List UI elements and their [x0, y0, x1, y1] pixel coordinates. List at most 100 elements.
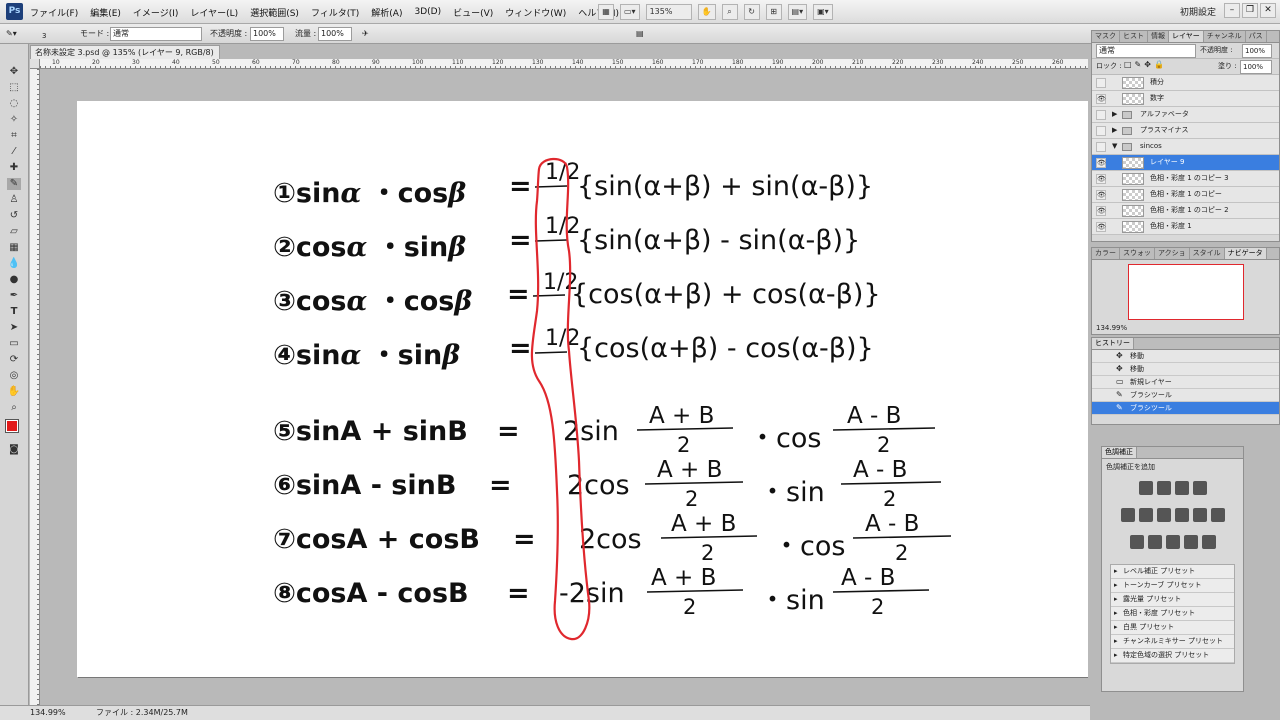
menu-analysis[interactable]: 解析(A)	[371, 6, 402, 19]
vertical-ruler[interactable]	[30, 69, 40, 705]
blur-tool-icon[interactable]: 💧	[7, 258, 21, 270]
foreground-color-swatch[interactable]	[5, 419, 19, 433]
pen-tool-icon[interactable]: ✒	[7, 290, 21, 302]
navigator-preview[interactable]	[1128, 264, 1244, 320]
airbrush-icon[interactable]: ✈	[362, 26, 369, 41]
tab-info[interactable]: 情報	[1148, 31, 1169, 42]
exposure-icon[interactable]	[1192, 481, 1207, 495]
fill-field[interactable]: 100%	[1240, 60, 1272, 74]
layer-row[interactable]: 👁 色相・彩度 1 のコピー	[1092, 187, 1279, 203]
workspace-switcher[interactable]: 初期設定	[1180, 5, 1216, 18]
tab-paths[interactable]: パス	[1246, 31, 1267, 42]
preset-item[interactable]: 白黒 プリセット	[1111, 621, 1234, 635]
healing-tool-icon[interactable]: ✚	[7, 162, 21, 174]
tab-styles[interactable]: スタイル	[1190, 248, 1225, 259]
expand-arrow-icon[interactable]: ▶	[1112, 123, 1117, 138]
visibility-toggle[interactable]	[1096, 126, 1106, 136]
layer-row[interactable]: 👁 色相・彩度 1 のコピー 2	[1092, 203, 1279, 219]
layer-row[interactable]: 👁 色相・彩度 1	[1092, 219, 1279, 235]
tab-navigator[interactable]: ナビゲータ	[1224, 248, 1267, 259]
restore-icon[interactable]: ❐	[1242, 3, 1258, 18]
tab-adjustments[interactable]: 色調補正	[1102, 447, 1137, 458]
opacity-field[interactable]: 100%	[250, 27, 284, 41]
lasso-tool-icon[interactable]: ◌	[7, 98, 21, 110]
threshold-icon[interactable]	[1165, 535, 1180, 549]
layer-group-row[interactable]: ▶ アルファベータ	[1092, 107, 1279, 123]
preset-item[interactable]: 露光量 プリセット	[1111, 593, 1234, 607]
levels-icon[interactable]	[1156, 481, 1171, 495]
menu-select[interactable]: 選択範囲(S)	[250, 6, 299, 19]
status-zoom[interactable]: 134.99%	[30, 706, 66, 720]
tab-color[interactable]: カラー	[1092, 248, 1120, 259]
navigator-zoom[interactable]: 134.99%	[1096, 324, 1127, 332]
brush-tool-icon[interactable]: ✎▾	[6, 26, 17, 41]
move-tool-icon[interactable]: ✥	[7, 66, 21, 78]
layer-row[interactable]: 👁 色相・彩度 1 のコピー 3	[1092, 171, 1279, 187]
history-item[interactable]: ✥ 移動	[1092, 363, 1279, 376]
tab-mask[interactable]: マスク	[1092, 31, 1120, 42]
marquee-tool-icon[interactable]: ⬚	[7, 82, 21, 94]
layer-group-row[interactable]: ▼ sincos	[1092, 139, 1279, 155]
tab-channels[interactable]: チャンネル	[1204, 31, 1246, 42]
visibility-toggle[interactable]	[1096, 78, 1106, 88]
hand-tool-icon[interactable]: ✋	[697, 4, 716, 20]
curves-icon[interactable]	[1174, 481, 1189, 495]
bridge-icon[interactable]: ▦	[598, 4, 614, 20]
menu-layer[interactable]: レイヤー(L)	[190, 6, 238, 19]
eye-icon[interactable]: 👁	[1096, 158, 1106, 168]
status-file-size[interactable]: ファイル : 2.34M/25.7M	[96, 706, 188, 720]
quick-mask-icon[interactable]: ◙	[7, 444, 21, 456]
minimize-icon[interactable]: –	[1224, 3, 1240, 18]
layer-group-row[interactable]: ▶ プラスマイナス	[1092, 123, 1279, 139]
eye-icon[interactable]: 👁	[1096, 94, 1106, 104]
eye-icon[interactable]: 👁	[1096, 174, 1106, 184]
brush-size[interactable]: 3	[42, 29, 46, 44]
3d-orbit-tool-icon[interactable]: ◎	[7, 370, 21, 382]
eyedropper-tool-icon[interactable]: ⁄	[7, 146, 21, 158]
posterize-icon[interactable]	[1147, 535, 1162, 549]
dodge-tool-icon[interactable]: ●	[7, 274, 21, 286]
grid-icon[interactable]: ⊞	[765, 4, 782, 20]
type-tool-icon[interactable]: T	[7, 306, 21, 318]
preset-item[interactable]: トーンカーブ プリセット	[1111, 579, 1234, 593]
magic-wand-tool-icon[interactable]: ✧	[7, 114, 21, 126]
visibility-toggle[interactable]	[1096, 110, 1106, 120]
screen-mode-icon[interactable]: ▣▾	[813, 4, 833, 20]
close-icon[interactable]: ✕	[1260, 3, 1276, 18]
black-white-icon[interactable]	[1174, 508, 1189, 522]
invert-icon[interactable]	[1129, 535, 1144, 549]
tab-histogram[interactable]: ヒスト	[1120, 31, 1148, 42]
ruler-origin[interactable]	[30, 59, 40, 69]
eye-icon[interactable]: 👁	[1096, 222, 1106, 232]
preset-item[interactable]: 色相・彩度 プリセット	[1111, 607, 1234, 621]
preset-item[interactable]: チャンネルミキサー プリセット	[1111, 635, 1234, 649]
menu-file[interactable]: ファイル(F)	[30, 6, 78, 19]
menu-window[interactable]: ウィンドウ(W)	[505, 6, 566, 19]
channel-mixer-icon[interactable]	[1210, 508, 1225, 522]
rotate-view-icon[interactable]: ↻	[743, 4, 760, 20]
document-canvas[interactable]: ①sinα ・cosβ = {sin(α+β) + sin(α-β)} ②cos…	[77, 101, 1088, 677]
menu-edit[interactable]: 編集(E)	[90, 6, 121, 19]
tab-swatches[interactable]: スウォッ	[1120, 248, 1155, 259]
collapse-arrow-icon[interactable]: ▼	[1112, 139, 1117, 154]
history-item[interactable]: ✥ 移動	[1092, 350, 1279, 363]
zoom-level-select[interactable]: 135%	[645, 4, 692, 20]
mode-select[interactable]: 通常	[110, 27, 202, 41]
history-item[interactable]: ✎ ブラシツール	[1092, 389, 1279, 402]
zoom-tool-icon[interactable]: ⌕	[7, 402, 21, 414]
eraser-tool-icon[interactable]: ▱	[7, 226, 21, 238]
canvas-area[interactable]: ①sinα ・cosβ = {sin(α+β) + sin(α-β)} ②cos…	[41, 70, 1088, 704]
gradient-map-icon[interactable]	[1183, 535, 1198, 549]
blend-mode-select[interactable]: 通常	[1096, 44, 1196, 58]
tab-layers[interactable]: レイヤー	[1169, 31, 1204, 42]
menu-filter[interactable]: フィルタ(T)	[311, 6, 359, 19]
layer-row[interactable]: 積分	[1092, 75, 1279, 91]
preset-item[interactable]: レベル補正 プリセット	[1111, 565, 1234, 579]
clone-stamp-tool-icon[interactable]: ♙	[7, 194, 21, 206]
photo-filter-icon[interactable]	[1192, 508, 1207, 522]
brush-panel-icon[interactable]: ▤	[636, 26, 644, 41]
brush-tool-icon[interactable]: ✎	[7, 178, 21, 190]
tab-history[interactable]: ヒストリー	[1092, 338, 1134, 349]
lock-icons[interactable]: □✎✥🔒	[1124, 60, 1167, 69]
arrange-documents-icon[interactable]: ▤▾	[787, 4, 808, 20]
